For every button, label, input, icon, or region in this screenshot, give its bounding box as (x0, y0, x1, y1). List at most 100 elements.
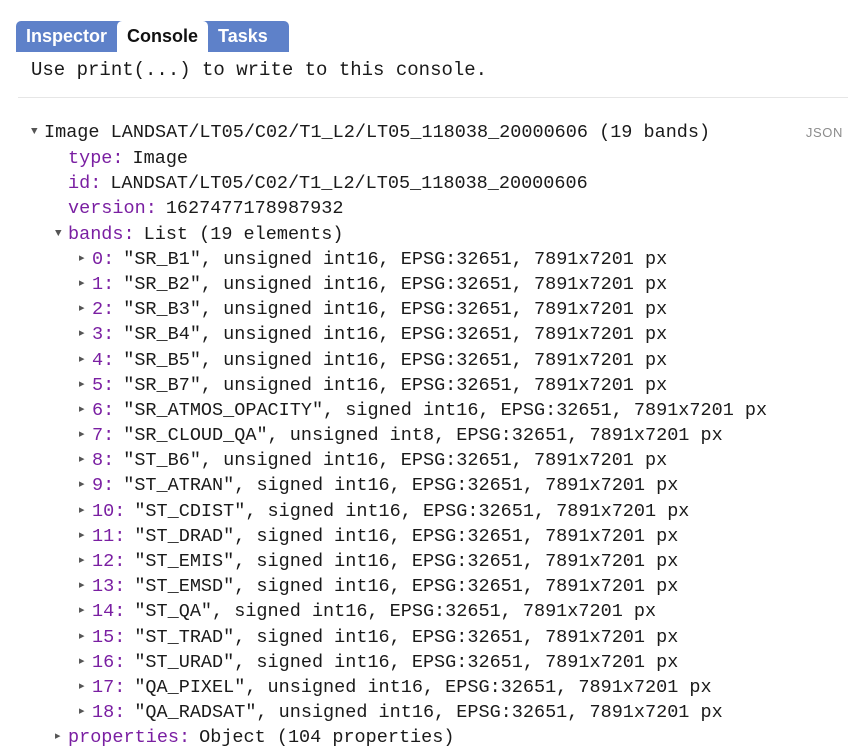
tree-node-image-root[interactable]: ▼ Image LANDSAT/LT05/C02/T1_L2/LT05_1180… (0, 120, 865, 146)
tree-node-properties-key: properties: (68, 727, 191, 749)
tree-node-bands[interactable]: ▼ bands: List (19 elements) (0, 222, 865, 247)
band-description: "SR_CLOUD_QA", unsigned int8, EPSG:32651… (123, 425, 723, 447)
band-description: "ST_URAD", signed int16, EPSG:32651, 789… (134, 651, 679, 673)
band-row[interactable]: ▸ 16: "ST_URAD", signed int16, EPSG:32651,… (0, 650, 865, 675)
band-description: "ST_DRAD", signed int16, EPSG:32651, 789… (134, 525, 679, 547)
band-row[interactable]: ▸ 13: "ST_EMSD", signed int16, EPSG:32651,… (0, 574, 865, 599)
band-index: 3: (92, 324, 115, 346)
console-divider (18, 97, 848, 98)
chevron-right-icon[interactable]: ▸ (79, 524, 92, 549)
chevron-right-icon[interactable]: ▸ (79, 247, 92, 272)
chevron-right-icon[interactable]: ▸ (79, 348, 92, 373)
band-index: 13: (92, 576, 126, 598)
band-row[interactable]: ▸ 1: "SR_B2", unsigned int16, EPSG:32651, … (0, 272, 865, 297)
tab-tasks-label: Tasks (218, 26, 268, 46)
band-row[interactable]: ▸ 6: "SR_ATMOS_OPACITY", signed int16, EPS… (0, 398, 865, 423)
tab-console[interactable]: Console (117, 21, 209, 52)
tab-console-label: Console (127, 26, 199, 46)
tab-inspector[interactable]: Inspector (16, 21, 117, 52)
tree-row-type-value: Image (132, 148, 189, 169)
band-row[interactable]: ▸ 10: "ST_CDIST", signed int16, EPSG:32651… (0, 499, 865, 524)
band-index: 1: (92, 273, 115, 295)
console-hint-text: Use print(...) to write to this console. (31, 59, 488, 81)
tree-node-bands-key: bands: (68, 223, 135, 245)
tree-row-id-value: LANDSAT/LT05/C02/T1_L2/LT05_118038_20000… (110, 173, 588, 195)
band-index: 16: (92, 651, 126, 673)
band-index: 6: (92, 399, 115, 421)
indent-spacer-icon: ▸ (55, 196, 68, 221)
chevron-right-icon[interactable]: ▸ (79, 473, 92, 498)
json-link[interactable]: JSON (806, 120, 843, 145)
chevron-right-icon[interactable]: ▸ (79, 675, 92, 700)
band-row[interactable]: ▸ 0: "SR_B1", unsigned int16, EPSG:32651, … (0, 247, 865, 272)
band-row[interactable]: ▸ 2: "SR_B3", unsigned int16, EPSG:32651, … (0, 297, 865, 322)
band-index: 11: (92, 525, 126, 547)
band-index: 7: (92, 425, 115, 447)
chevron-right-icon[interactable]: ▸ (79, 625, 92, 650)
band-description: "SR_B1", unsigned int16, EPSG:32651, 789… (123, 248, 668, 270)
band-row[interactable]: ▸ 15: "ST_TRAD", signed int16, EPSG:32651,… (0, 625, 865, 650)
band-description: "SR_B4", unsigned int16, EPSG:32651, 789… (123, 324, 668, 346)
tree-row-type-key: type: (68, 148, 124, 169)
band-description: "ST_CDIST", signed int16, EPSG:32651, 78… (134, 500, 690, 522)
band-row[interactable]: ▸ 18: "QA_RADSAT", unsigned int16, EPSG:32… (0, 700, 865, 725)
band-description: "SR_B3", unsigned int16, EPSG:32651, 789… (123, 299, 668, 321)
chevron-right-icon[interactable]: ▸ (79, 549, 92, 574)
band-description: "SR_B5", unsigned int16, EPSG:32651, 789… (123, 349, 668, 371)
band-description: "SR_B7", unsigned int16, EPSG:32651, 789… (123, 374, 668, 396)
band-index: 2: (92, 299, 115, 321)
chevron-down-icon[interactable]: ▼ (55, 222, 68, 247)
chevron-right-icon[interactable]: ▸ (79, 448, 92, 473)
tree-node-properties-value: Object (104 properties) (199, 727, 455, 749)
band-row[interactable]: ▸ 4: "SR_B5", unsigned int16, EPSG:32651, … (0, 348, 865, 373)
chevron-right-icon[interactable]: ▸ (79, 599, 92, 624)
band-index: 14: (92, 601, 126, 623)
band-row[interactable]: ▸ 9: "ST_ATRAN", signed int16, EPSG:32651,… (0, 473, 865, 498)
chevron-right-icon[interactable]: ▸ (79, 574, 92, 599)
chevron-right-icon[interactable]: ▸ (79, 322, 92, 347)
tree-node-properties[interactable]: ▸ properties: Object (104 properties) (0, 725, 865, 750)
band-description: "QA_PIXEL", unsigned int16, EPSG:32651, … (134, 676, 712, 698)
indent-spacer-icon: ▸ (55, 146, 68, 171)
chevron-right-icon[interactable]: ▸ (79, 650, 92, 675)
band-index: 9: (92, 475, 115, 497)
band-index: 12: (92, 551, 126, 572)
band-description: "QA_RADSAT", unsigned int16, EPSG:32651,… (134, 702, 723, 724)
tab-tasks[interactable]: Tasks (208, 21, 278, 52)
band-index: 0: (92, 248, 115, 270)
chevron-down-icon[interactable]: ▼ (31, 120, 44, 145)
console-panel: Inspector Console Tasks Use print(...) t… (0, 0, 865, 748)
band-row[interactable]: ▸ 5: "SR_B7", unsigned int16, EPSG:32651, … (0, 373, 865, 398)
band-row[interactable]: ▸ 8: "ST_B6", unsigned int16, EPSG:32651, … (0, 448, 865, 473)
band-description: "ST_ATRAN", signed int16, EPSG:32651, 78… (123, 475, 679, 497)
band-description: "ST_B6", unsigned int16, EPSG:32651, 789… (123, 450, 668, 472)
band-row[interactable]: ▸ 3: "SR_B4", unsigned int16, EPSG:32651, … (0, 322, 865, 347)
chevron-right-icon[interactable]: ▸ (55, 725, 68, 750)
object-tree: ▼ Image LANDSAT/LT05/C02/T1_L2/LT05_1180… (0, 120, 865, 751)
tree-row-id: ▸ id: LANDSAT/LT05/C02/T1_L2/LT05_118038… (0, 171, 865, 196)
chevron-right-icon[interactable]: ▸ (79, 272, 92, 297)
tab-inspector-label: Inspector (26, 26, 108, 46)
band-row[interactable]: ▸ 17: "QA_PIXEL", unsigned int16, EPSG:326… (0, 675, 865, 700)
chevron-right-icon[interactable]: ▸ (79, 423, 92, 448)
indent-spacer-icon: ▸ (55, 171, 68, 196)
chevron-right-icon[interactable]: ▸ (79, 297, 92, 322)
band-index: 17: (92, 676, 126, 698)
band-row[interactable]: ▸ 12: "ST_EMIS", signed int16, EPSG:32651,… (0, 549, 865, 574)
band-row[interactable]: ▸ 7: "SR_CLOUD_QA", unsigned int8, EPSG:32… (0, 423, 865, 448)
chevron-right-icon[interactable]: ▸ (79, 373, 92, 398)
band-row[interactable]: ▸ 11: "ST_DRAD", signed int16, EPSG:32651,… (0, 524, 865, 549)
chevron-right-icon[interactable]: ▸ (79, 700, 92, 725)
band-row[interactable]: ▸ 14: "ST_QA", signed int16, EPSG:32651, 7… (0, 599, 865, 624)
tree-node-image-root-label: Image LANDSAT/LT05/C02/T1_L2/LT05_118038… (44, 122, 711, 144)
band-index: 5: (92, 374, 115, 396)
tree-row-type: ▸ type: Image (0, 146, 865, 171)
band-description: "ST_EMSD", signed int16, EPSG:32651, 789… (134, 576, 679, 598)
chevron-right-icon[interactable]: ▸ (79, 398, 92, 423)
band-index: 8: (92, 450, 115, 472)
band-list: ▸ 0: "SR_B1", unsigned int16, EPSG:32651, … (0, 247, 865, 726)
band-description: "SR_ATMOS_OPACITY", signed int16, EPSG:3… (123, 399, 768, 421)
band-index: 4: (92, 349, 115, 371)
console-output-area: Use print(...) to write to this console.… (0, 52, 865, 748)
chevron-right-icon[interactable]: ▸ (79, 499, 92, 524)
